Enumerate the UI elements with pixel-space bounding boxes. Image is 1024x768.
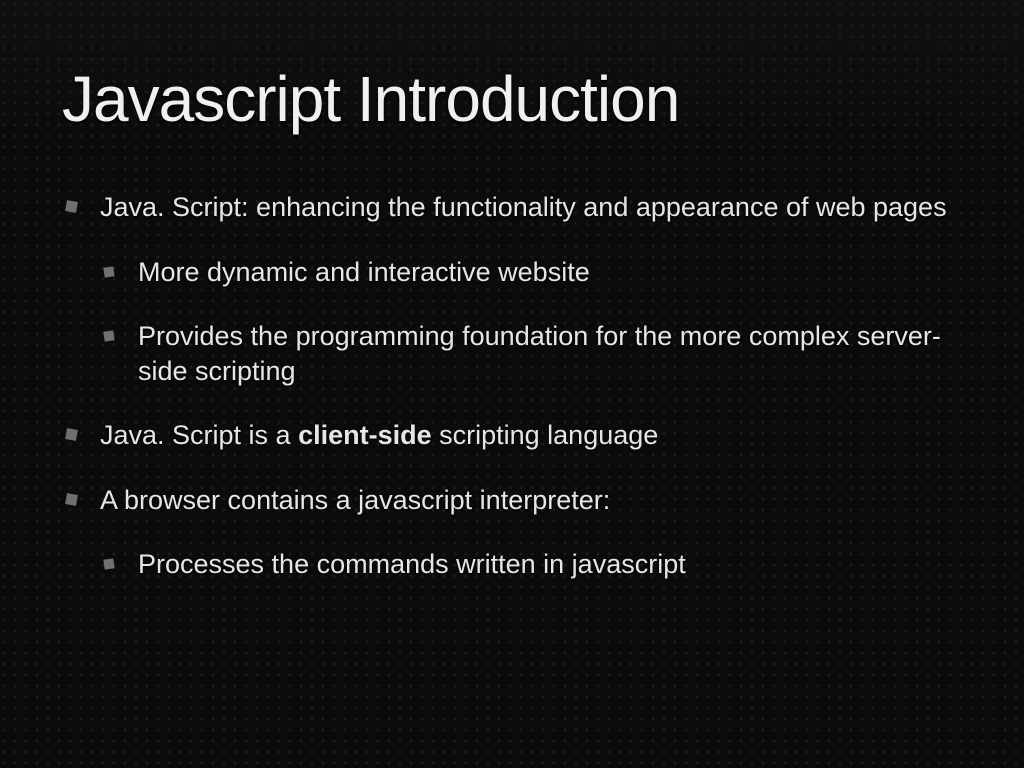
list-item: Provides the programming foundation for … bbox=[100, 319, 962, 388]
list-subgroup: Processes the commands written in javasc… bbox=[62, 547, 962, 582]
list-item: Java. Script is a client-side scripting … bbox=[62, 418, 962, 453]
list-item: Processes the commands written in javasc… bbox=[100, 547, 962, 582]
text-fragment: scripting language bbox=[432, 420, 659, 450]
list-subgroup: li[data-name="list-subgroup"]::before{di… bbox=[62, 255, 962, 389]
list-item: A browser contains a javascript interpre… bbox=[62, 483, 962, 518]
list-item: More dynamic and interactive website bbox=[100, 255, 962, 290]
sub-list: More dynamic and interactive website Pro… bbox=[100, 255, 962, 389]
slide-title: Javascript Introduction bbox=[62, 62, 962, 136]
bold-text: client-side bbox=[298, 420, 432, 450]
bullet-list: Java. Script: enhancing the functionalit… bbox=[62, 190, 962, 582]
sub-list: Processes the commands written in javasc… bbox=[100, 547, 962, 582]
list-item: Java. Script: enhancing the functionalit… bbox=[62, 190, 962, 225]
text-fragment: Java. Script is a bbox=[100, 420, 298, 450]
